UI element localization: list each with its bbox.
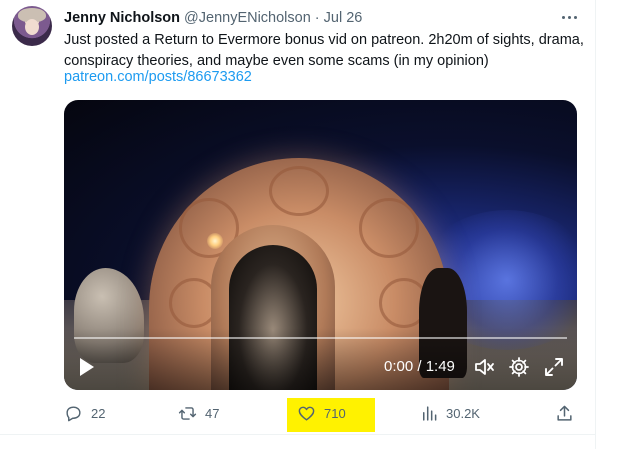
author-handle[interactable]: @JennyENicholson: [184, 10, 311, 26]
tweet-actions: 22 47 710 30.2K: [0, 401, 596, 425]
tweet-header: Jenny Nicholson @JennyENicholson · Jul 2…: [64, 9, 362, 27]
header-separator: ·: [314, 10, 320, 26]
reply-button[interactable]: 22: [64, 401, 105, 425]
view-count: 30.2K: [446, 405, 480, 421]
share-upload-icon: [557, 405, 572, 421]
more-dot: [567, 15, 571, 19]
like-button[interactable]: 710: [297, 401, 346, 425]
retweet-icon: [178, 406, 197, 420]
tweet-link[interactable]: patreon.com/posts/86673362: [64, 67, 252, 88]
share-button[interactable]: [555, 401, 574, 425]
speaker-muted-icon[interactable]: [473, 356, 495, 378]
avatar-face: [25, 19, 39, 35]
video-progress-bar[interactable]: [74, 337, 567, 339]
heart-icon: [298, 406, 315, 421]
bar-chart-icon: [422, 405, 437, 421]
expand-icon[interactable]: [543, 356, 565, 378]
tweet-card[interactable]: Jenny Nicholson @JennyENicholson · Jul 2…: [0, 0, 596, 449]
video-frame-lamp: [207, 233, 223, 249]
video-player[interactable]: 0:00 / 1:49: [64, 100, 577, 390]
more-dot: [561, 15, 565, 19]
gear-icon[interactable]: [508, 356, 530, 378]
more-horizontal-icon[interactable]: [558, 8, 580, 26]
retweet-count: 47: [205, 405, 220, 421]
reply-count: 22: [91, 405, 106, 421]
video-frame-swirl: [359, 198, 419, 258]
retweet-button[interactable]: 47: [178, 401, 219, 425]
views-button[interactable]: 30.2K: [419, 401, 480, 425]
tweet-text: Just posted a Return to Evermore bonus v…: [64, 32, 584, 69]
tweet-divider: [0, 434, 596, 435]
author-name[interactable]: Jenny Nicholson: [64, 10, 180, 26]
like-count: 710: [324, 405, 346, 421]
video-frame-swirl: [269, 166, 329, 216]
play-icon[interactable]: [78, 357, 96, 377]
more-dot: [573, 15, 577, 19]
video-time: 0:00 / 1:49: [384, 358, 455, 375]
column-border: [595, 0, 596, 449]
reply-bubble-icon: [66, 405, 81, 421]
tweet-date[interactable]: Jul 26: [324, 10, 363, 26]
avatar[interactable]: [12, 6, 52, 46]
